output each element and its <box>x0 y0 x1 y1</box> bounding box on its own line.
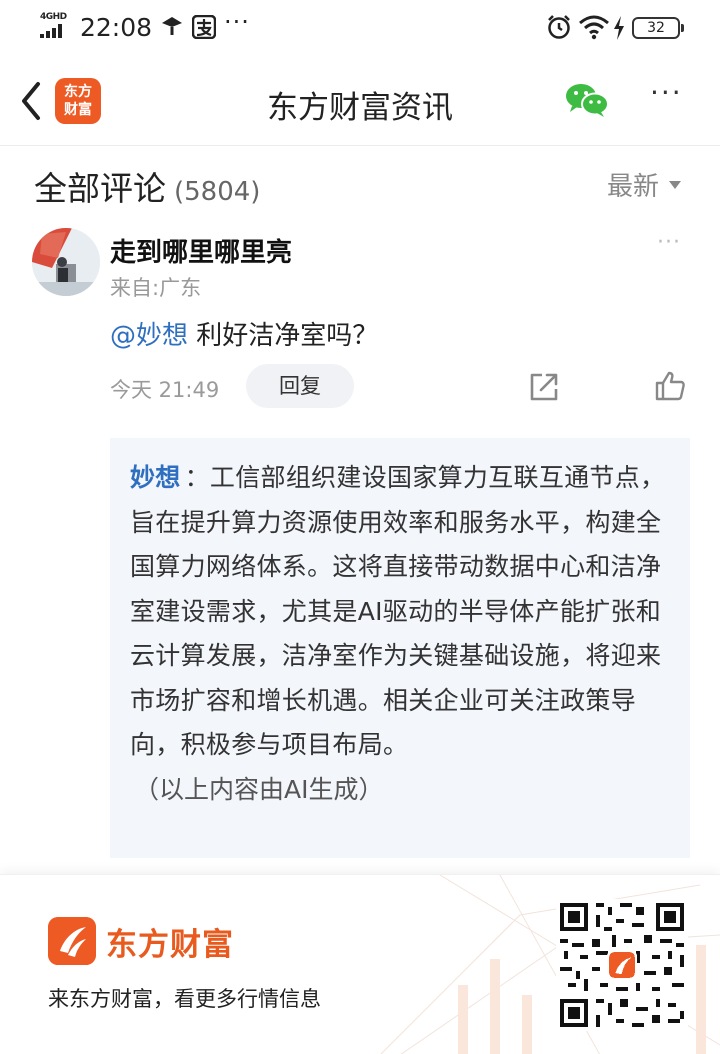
alipay-icon <box>192 15 216 39</box>
ai-reply-body: 工信部组织建设国家算力互联互通节点，旨在提升算力资源使用效率和服务水平，构建全国… <box>130 463 666 759</box>
brand-name: 东方财富 <box>106 927 234 963</box>
battery-icon: 32 <box>632 17 684 39</box>
alarm-icon <box>548 15 570 39</box>
signal-icon <box>40 24 62 38</box>
mention-link[interactable]: @妙想 <box>110 321 188 351</box>
hotspot-icon <box>162 17 182 35</box>
ai-reply-author[interactable]: 妙想 <box>130 463 181 492</box>
chevron-down-icon <box>669 181 682 189</box>
page-title: 东方财富资讯 <box>267 90 453 126</box>
network-type: 4GHD <box>40 12 67 22</box>
wechat-icon[interactable] <box>564 82 610 118</box>
more-icon[interactable]: ··· <box>650 76 683 109</box>
comment-body: 利好洁净室吗？ <box>188 321 379 351</box>
comment-more-icon[interactable]: ··· <box>657 230 681 255</box>
notification-more-icon: ··· <box>224 8 250 36</box>
comments-title-text: 全部评论 <box>34 169 166 208</box>
avatar[interactable] <box>32 228 100 296</box>
status-bar: 4GHD 22:08 ··· 32 <box>0 0 720 56</box>
sort-dropdown[interactable]: 最新 <box>607 166 682 203</box>
ai-generated-note: （以上内容由AI生成） <box>134 774 384 804</box>
comment-username[interactable]: 走到哪里哪里亮 <box>110 232 292 269</box>
like-icon[interactable] <box>654 370 686 402</box>
ai-reply-separator: ： <box>184 463 210 492</box>
comment-location: 来自:广东 <box>110 276 202 300</box>
ai-reply-box: 妙想 ：工信部组织建设国家算力互联互通节点，旨在提升算力资源使用效率和服务水平，构… <box>110 438 690 858</box>
brand-logo-icon <box>48 917 96 965</box>
wifi-icon <box>579 15 609 40</box>
ai-reply-text: 妙想 ：工信部组织建设国家算力互联互通节点，旨在提升算力资源使用效率和服务水平，构… <box>130 456 670 768</box>
sort-label: 最新 <box>607 172 660 202</box>
qr-code <box>556 899 688 1031</box>
clock: 22:08 <box>80 13 153 42</box>
comments-count: (5804) <box>174 177 261 207</box>
comments-title: 全部评论 (5804) <box>34 162 260 210</box>
comment-text: @妙想 利好洁净室吗？ <box>110 315 378 352</box>
reply-button[interactable]: 回复 <box>246 364 354 408</box>
promo-slogan: 来东方财富，看更多行情信息 <box>48 987 321 1011</box>
nav-header: 东方 财富 东方财富资讯 ··· <box>0 56 720 146</box>
comment-time: 今天 21:49 <box>110 378 220 402</box>
promo-banner[interactable]: 东方财富 来东方财富，看更多行情信息 <box>0 874 720 1054</box>
share-icon[interactable] <box>528 371 560 403</box>
charging-icon <box>614 16 624 40</box>
